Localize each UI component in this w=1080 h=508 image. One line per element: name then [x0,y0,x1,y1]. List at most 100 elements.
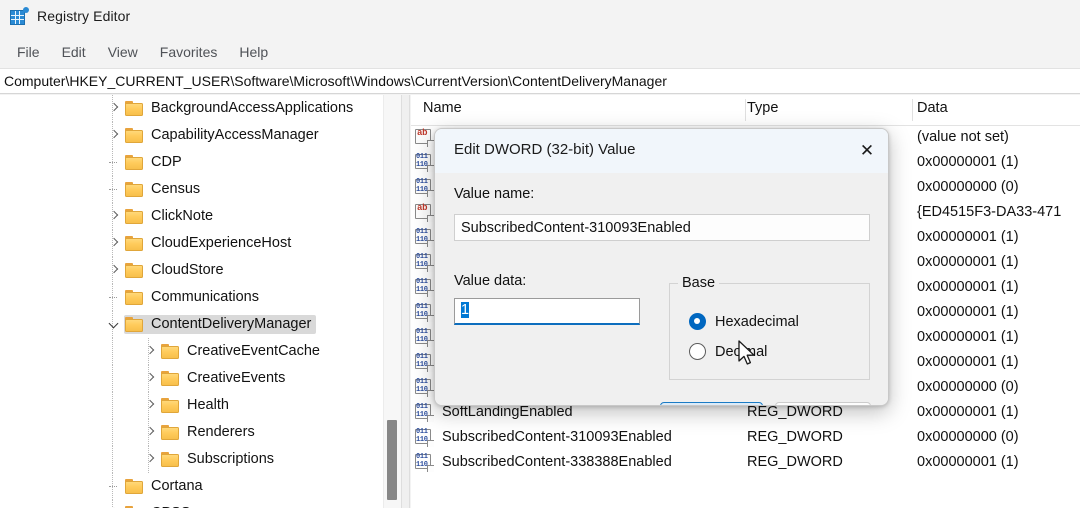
radio-hexadecimal-icon [689,313,706,330]
folder-icon [125,263,144,278]
cancel-button[interactable]: Cancel [775,402,871,406]
address-bar[interactable]: Computer\HKEY_CURRENT_USER\Software\Micr… [0,68,1080,94]
folder-icon [161,371,180,386]
tree-item-creativeeventcache[interactable]: CreativeEventCache [0,338,383,365]
value-name-input[interactable] [454,214,870,241]
chevron-right-icon[interactable] [144,453,157,466]
pane-splitter[interactable] [401,95,410,508]
tree-item-creativeevents[interactable]: CreativeEvents [0,365,383,392]
tree-item-clicknote[interactable]: ClickNote [0,203,383,230]
chevron-right-icon[interactable] [144,345,157,358]
menu-bar: File Edit View Favorites Help [0,38,1080,66]
reg-dword-icon: 011110 [415,429,434,447]
tree-guide-line [112,392,113,419]
tree-item-cdp[interactable]: CDP [0,149,383,176]
menu-edit[interactable]: Edit [51,41,97,63]
chevron-right-icon[interactable] [144,399,157,412]
tree-item-label: Subscriptions [187,451,274,467]
tree-item-backgroundaccessapplications[interactable]: BackgroundAccessApplications [0,95,383,122]
reg-dword-icon: 011110 [415,229,434,247]
value-data-input[interactable]: 1 [454,298,640,325]
registry-key-tree[interactable]: BackgroundAccessApplications CapabilityAc… [0,95,383,508]
chevron-right-icon[interactable] [144,372,157,385]
reg-dword-icon: 011110 [415,454,434,472]
column-header-type[interactable]: Type [747,100,778,116]
chevron-right-icon[interactable] [108,237,121,250]
cell-data: 0x00000000 (0) [917,429,1019,445]
value-data-label: Value data: [454,273,526,289]
folder-icon [161,398,180,413]
cell-data: 0x00000001 (1) [917,154,1019,170]
cell-data: 0x00000001 (1) [917,279,1019,295]
radio-decimal[interactable]: Decimal [689,343,767,360]
tree-item-label: ClickNote [151,208,213,224]
tree-item-cortana[interactable]: Cortana [0,473,383,500]
folder-icon [125,182,144,197]
radio-decimal-icon [689,343,706,360]
tree-guide-line [112,419,113,446]
column-header-name[interactable]: Name [423,100,462,116]
cell-data: 0x00000001 (1) [917,454,1019,470]
menu-file[interactable]: File [6,41,51,63]
dialog-title: Edit DWORD (32-bit) Value [454,141,635,158]
list-column-headers: Name Type Data [411,95,1080,126]
cell-data: 0x00000001 (1) [917,404,1019,420]
tree-guide-line [112,338,113,365]
folder-icon [125,209,144,224]
reg-dword-icon: 011110 [415,279,434,297]
tree-scrollbar-thumb[interactable] [387,420,397,500]
column-header-data[interactable]: Data [917,100,948,116]
cell-data: 0x00000001 (1) [917,304,1019,320]
radio-hexadecimal[interactable]: Hexadecimal [689,313,799,330]
folder-icon [125,155,144,170]
menu-favorites[interactable]: Favorites [149,41,229,63]
reg-sz-icon: ab [415,129,434,147]
reg-dword-icon: 011110 [415,154,434,172]
chevron-right-icon[interactable] [108,102,121,115]
tree-item-subscriptions[interactable]: Subscriptions [0,446,383,473]
table-row[interactable]: 011110SubscribedContent-338388EnabledREG… [411,451,1080,476]
base-legend: Base [678,275,719,291]
tree-item-label: Health [187,397,229,413]
tree-item-cpss[interactable]: CPSS [0,500,383,508]
tree-guide-line [112,365,113,392]
folder-icon [161,452,180,467]
tree-item-label: Renderers [187,424,255,440]
tree-guide-line [112,446,113,473]
ok-button[interactable]: OK [660,402,763,406]
reg-sz-icon: ab [415,204,434,222]
tree-item-cloudstore[interactable]: CloudStore [0,257,383,284]
tree-item-contentdeliverymanager[interactable]: ContentDeliveryManager [0,311,383,338]
tree-item-renderers[interactable]: Renderers [0,419,383,446]
chevron-right-icon[interactable] [108,264,121,277]
chevron-down-icon[interactable] [108,318,121,331]
reg-dword-icon: 011110 [415,179,434,197]
tree-item-label: Communications [151,289,259,305]
folder-icon [125,317,144,332]
tree-item-label: BackgroundAccessApplications [151,100,353,116]
close-icon[interactable]: ✕ [844,129,889,173]
tree-item-cloudexperiencehost[interactable]: CloudExperienceHost [0,230,383,257]
cell-name: SubscribedContent-310093Enabled [442,429,672,445]
tree-item-health[interactable]: Health [0,392,383,419]
chevron-right-icon[interactable] [144,426,157,439]
tree-item-communications[interactable]: Communications [0,284,383,311]
registry-editor-window: Registry Editor File Edit View Favorites… [0,0,1080,508]
tree-item-label: CloudExperienceHost [151,235,291,251]
menu-help[interactable]: Help [228,41,279,63]
cell-type: REG_DWORD [747,404,843,420]
tree-item-capabilityaccessmanager[interactable]: CapabilityAccessManager [0,122,383,149]
folder-icon [161,344,180,359]
cell-data: {ED4515F3-DA33-471 [917,204,1061,220]
radio-hexadecimal-label: Hexadecimal [715,314,799,330]
menu-view[interactable]: View [97,41,149,63]
tree-item-label: CapabilityAccessManager [151,127,319,143]
folder-icon [125,479,144,494]
tree-item-label: Census [151,181,200,197]
cell-data: 0x00000001 (1) [917,354,1019,370]
chevron-right-icon[interactable] [108,210,121,223]
tree-item-census[interactable]: Census [0,176,383,203]
table-row[interactable]: 011110SubscribedContent-310093EnabledREG… [411,426,1080,451]
cell-data: 0x00000001 (1) [917,229,1019,245]
chevron-right-icon[interactable] [108,129,121,142]
